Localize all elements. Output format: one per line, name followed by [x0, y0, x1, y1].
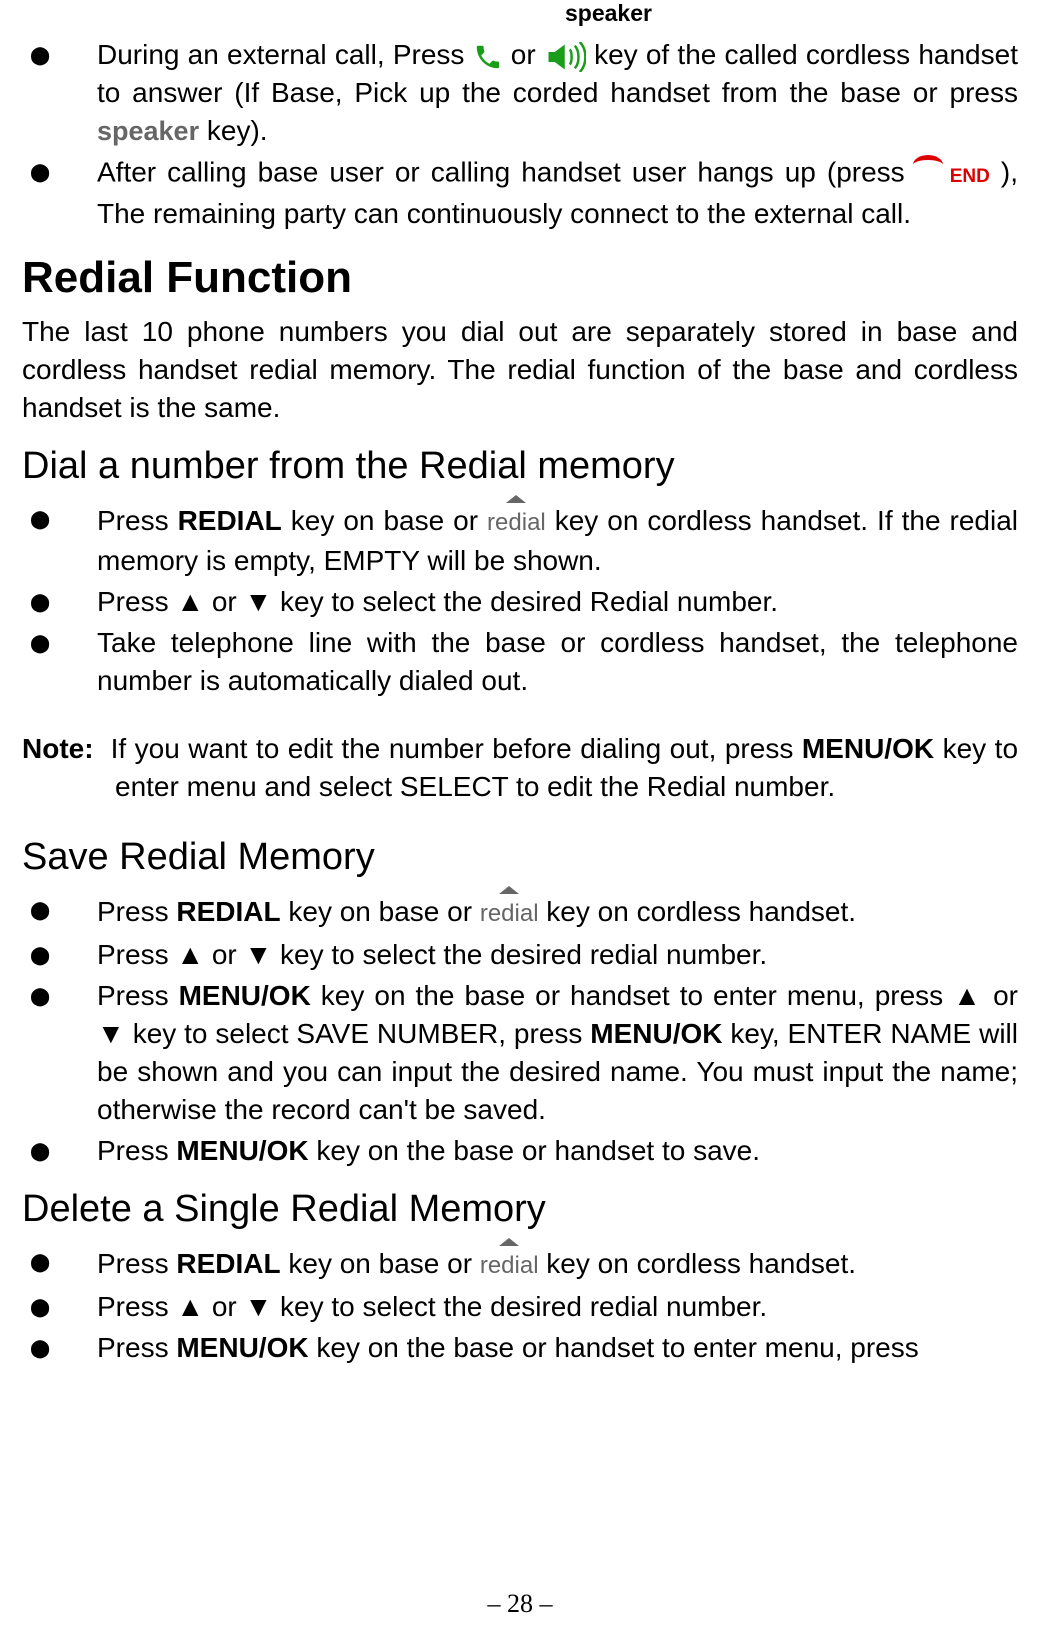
intro-paragraph: The last 10 phone numbers you dial out a… [22, 313, 1018, 427]
redial-key-icon: redial [480, 1243, 539, 1285]
text-fragment: key on cordless handset. [539, 1248, 857, 1279]
text-fragment: During an external call, Press [97, 39, 473, 70]
list-item: ⬤ Take telephone line with the base or c… [22, 624, 1018, 700]
text-fragment: Press [97, 1332, 176, 1363]
text-fragment: key). [207, 115, 268, 146]
list-item-text: Press REDIAL key on base or redial key o… [97, 1243, 1018, 1285]
list-item-text: Press REDIAL key on base or redial key o… [97, 500, 1018, 580]
bullet-icon: ⬤ [22, 977, 97, 1015]
list-item-text: Take telephone line with the base or cor… [97, 624, 1018, 700]
text-fragment: key on the base or handset to enter menu… [309, 1332, 919, 1363]
bullet-icon: ⬤ [22, 624, 97, 662]
list-item-text: Press MENU/OK key on the base or handset… [97, 977, 1018, 1129]
text-fragment: key on the base or handset to save. [309, 1135, 760, 1166]
speaker-top-label: speaker [565, 0, 652, 27]
key-label: MENU/OK [179, 980, 311, 1011]
key-label: REDIAL [176, 1248, 280, 1279]
list-item-text: Press MENU/OK key on the base or handset… [97, 1132, 1018, 1170]
list-item-text: Press REDIAL key on base or redial key o… [97, 891, 1018, 933]
list-item-text: Press ▲ or ▼ key to select the desired r… [97, 1288, 1018, 1326]
note-block: Note: If you want to edit the number bef… [22, 730, 1018, 806]
text-fragment: After calling base user or calling hands… [97, 156, 916, 187]
list-item: ⬤ Press MENU/OK key on the base or hands… [22, 1329, 1018, 1367]
speaker-key-label: speaker [97, 116, 199, 146]
heading-dial: Dial a number from the Redial memory [22, 445, 1018, 488]
bullet-icon: ⬤ [22, 891, 97, 929]
text-fragment: Press [97, 1248, 176, 1279]
bullet-icon: ⬤ [22, 36, 97, 74]
list-item: ⬤ Press ▲ or ▼ key to select the desired… [22, 1288, 1018, 1326]
text-fragment: Press [97, 980, 179, 1011]
list-item-text: Press MENU/OK key on the base or handset… [97, 1329, 1018, 1367]
bullet-icon: ⬤ [22, 936, 97, 974]
text-fragment: key on base or [281, 896, 480, 927]
text-fragment: Press [97, 896, 176, 927]
list-item: ⬤ During an external call, Press or key … [22, 36, 1018, 150]
text-fragment: key on base or [281, 1248, 480, 1279]
key-label: MENU/OK [802, 733, 934, 764]
bullet-icon: ⬤ [22, 1132, 97, 1170]
page-content: ⬤ During an external call, Press or key … [22, 0, 1018, 1367]
talk-icon [473, 42, 503, 72]
bullet-icon: ⬤ [22, 500, 97, 538]
list-item: ⬤ Press MENU/OK key on the base or hands… [22, 1132, 1018, 1170]
list-item-text: After calling base user or calling hands… [97, 153, 1018, 233]
end-icon: END [916, 153, 990, 195]
list-item: ⬤ Press REDIAL key on base or redial key… [22, 1243, 1018, 1285]
bullet-icon: ⬤ [22, 1288, 97, 1326]
text-fragment: If you want to edit the number before di… [111, 733, 802, 764]
key-label: REDIAL [178, 505, 282, 536]
text-fragment: key on base or [282, 505, 487, 536]
bullet-icon: ⬤ [22, 1243, 97, 1281]
text-fragment: Press [97, 505, 178, 536]
redial-key-icon: redial [480, 891, 539, 933]
bullet-icon: ⬤ [22, 153, 97, 191]
bullet-icon: ⬤ [22, 1329, 97, 1367]
list-item-text: Press ▲ or ▼ key to select the desired r… [97, 936, 1018, 974]
list-item: ⬤ After calling base user or calling han… [22, 153, 1018, 233]
list-item-text: During an external call, Press or key of… [97, 36, 1018, 150]
heading-delete: Delete a Single Redial Memory [22, 1188, 1018, 1231]
heading-save: Save Redial Memory [22, 836, 1018, 879]
note-label: Note: [22, 733, 94, 764]
heading-redial-function: Redial Function [22, 253, 1018, 303]
text-fragment: key on cordless handset. [539, 896, 857, 927]
text-fragment: or [511, 39, 544, 70]
bullet-icon: ⬤ [22, 583, 97, 621]
list-item: ⬤ Press ▲ or ▼ key to select the desired… [22, 583, 1018, 621]
text-fragment: Press [97, 1135, 176, 1166]
speaker-icon [546, 42, 586, 72]
list-item-text: Press ▲ or ▼ key to select the desired R… [97, 583, 1018, 621]
key-label: MENU/OK [590, 1018, 722, 1049]
key-label: REDIAL [176, 896, 280, 927]
key-label: MENU/OK [176, 1135, 308, 1166]
list-item: ⬤ Press REDIAL key on base or redial key… [22, 891, 1018, 933]
list-item: ⬤ Press ▲ or ▼ key to select the desired… [22, 936, 1018, 974]
redial-key-icon: redial [487, 500, 546, 542]
page-number: – 28 – [0, 1589, 1040, 1619]
list-item: ⬤ Press REDIAL key on base or redial key… [22, 500, 1018, 580]
list-item: ⬤ Press MENU/OK key on the base or hands… [22, 977, 1018, 1129]
key-label: MENU/OK [176, 1332, 308, 1363]
